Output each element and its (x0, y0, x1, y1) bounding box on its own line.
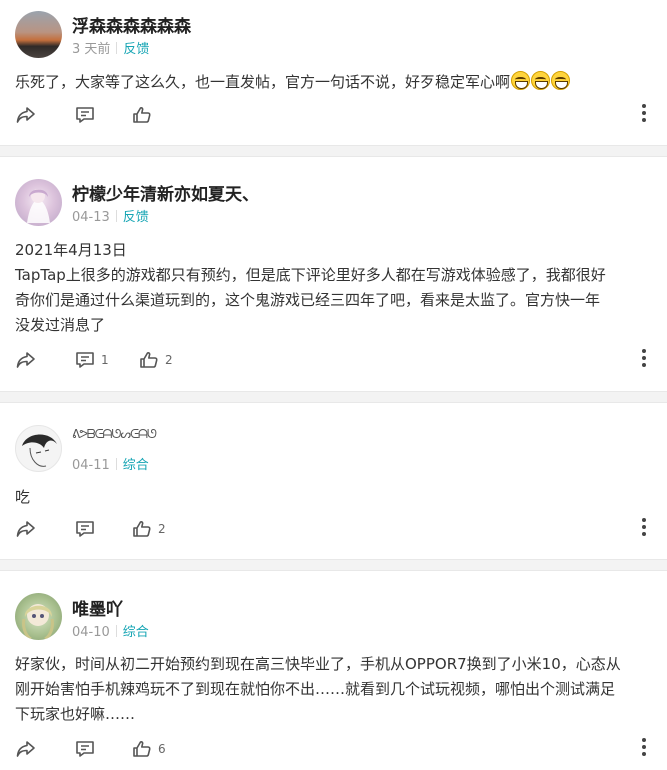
content-line: 吃 (15, 488, 31, 506)
comment-button[interactable]: 1 (75, 345, 109, 375)
grinning-emoji-icon (531, 71, 551, 90)
like-count: 2 (165, 353, 173, 367)
more-button[interactable] (641, 518, 647, 540)
comment-icon (76, 741, 94, 757)
meta-divider (115, 210, 117, 222)
share-icon (16, 352, 35, 368)
post-card: 柠檬少年清新亦如夏天、 04-13 反馈 2021年4月13日 TapTap上很多… (0, 157, 667, 391)
meta-divider (115, 458, 117, 470)
content-line: 好家伙，时间从初二开始预约到现在高三快毕业了，手机从OPPOR7换到了小米10，… (15, 655, 621, 673)
share-button[interactable] (16, 345, 36, 375)
content-line: 刚开始害怕手机辣鸡玩不了到现在就怕你不出……就看到几个试玩视频，哪怕出个测试满足 (15, 680, 616, 698)
post-card: 浮森森森森森森 3 天前 反馈 乐死了，大家等了这么久，也一直发帖，官方一句话不说… (0, 0, 667, 145)
more-vertical-icon (642, 738, 646, 742)
content-line: 奇你们是通过什么渠道玩到的，这个鬼游戏已经三四年了吧，看来是太监了。官方快一年 (15, 291, 601, 309)
comment-icon (76, 521, 94, 537)
like-count: 6 (158, 742, 166, 756)
share-button[interactable] (16, 514, 36, 544)
username[interactable]: 唯墨吖 (72, 595, 123, 620)
avatar[interactable] (15, 11, 62, 58)
avatar[interactable] (15, 593, 62, 640)
post-actions: 1 2 (0, 345, 667, 375)
post-content[interactable]: 乐死了，大家等了这么久，也一直发帖，官方一句话不说，好歹稳定军心啊 (15, 70, 655, 95)
like-button[interactable]: 2 (139, 345, 173, 375)
avatar[interactable] (15, 425, 62, 472)
post-content[interactable]: 好家伙，时间从初二开始预约到现在高三快毕业了，手机从OPPOR7换到了小米10，… (15, 652, 655, 727)
post-meta: 04-13 反馈 (72, 206, 149, 225)
share-button[interactable] (16, 734, 36, 764)
content-line: TapTap上很多的游戏都只有预约，但是底下评论里好多人都在写游戏体验感了，我都… (15, 266, 606, 284)
post-time: 3 天前 (72, 42, 111, 57)
username[interactable]: 浮森森森森森森 (72, 12, 191, 37)
thumbs-up-icon (133, 741, 151, 757)
username[interactable]: 柠檬少年清新亦如夏天、 (72, 180, 259, 205)
share-icon (16, 521, 35, 537)
share-icon (16, 741, 35, 757)
comment-button[interactable] (75, 514, 101, 544)
grinning-emoji-icon (511, 71, 531, 90)
thumbs-up-icon (133, 521, 151, 537)
meta-divider (115, 625, 117, 637)
more-button[interactable] (641, 349, 647, 371)
comment-count: 1 (101, 353, 109, 367)
more-vertical-icon (642, 518, 646, 522)
post-separator (0, 391, 667, 403)
post-content[interactable]: 吃 (15, 485, 655, 510)
thumbs-up-icon (133, 107, 151, 123)
comment-icon (76, 107, 94, 123)
comment-button[interactable] (75, 100, 101, 130)
post-actions (0, 100, 667, 130)
like-count: 2 (158, 522, 166, 536)
meta-divider (116, 42, 118, 54)
like-button[interactable]: 6 (132, 734, 166, 764)
like-button[interactable]: 2 (132, 514, 166, 544)
more-vertical-icon (642, 104, 646, 108)
post-actions: 2 (0, 514, 667, 544)
comment-button[interactable] (75, 734, 101, 764)
more-vertical-icon (642, 349, 646, 353)
post-actions: 6 (0, 734, 667, 764)
like-button[interactable] (132, 100, 158, 130)
avatar[interactable] (15, 179, 62, 226)
post-meta: 04-11 综合 (72, 454, 149, 473)
post-time: 04-13 (72, 210, 110, 225)
category-tag[interactable]: 反馈 (123, 210, 149, 225)
more-button[interactable] (641, 738, 647, 760)
content-line: 下玩家也好嘛…… (15, 705, 136, 723)
post-time: 04-11 (72, 458, 110, 473)
post-card: 唯墨吖 04-10 综合 好家伙，时间从初二开始预约到现在高三快毕业了，手机从OP… (0, 571, 667, 770)
share-button[interactable] (16, 100, 36, 130)
content-line: 没发过消息了 (15, 316, 106, 334)
username[interactable]: ᕕᕗᗷᕮᗩᘎᔕᕮᗩᘎ (72, 427, 157, 442)
category-tag[interactable]: 综合 (123, 625, 149, 640)
content-line: 2021年4月13日 (15, 241, 127, 259)
post-card: ᕕᕗᗷᕮᗩᘎᔕᕮᗩᘎ 04-11 综合 吃 2 (0, 403, 667, 559)
post-separator (0, 145, 667, 157)
category-tag[interactable]: 综合 (123, 458, 149, 473)
content-line: 乐死了，大家等了这么久，也一直发帖，官方一句话不说，好歹稳定军心啊 (15, 73, 511, 91)
post-meta: 04-10 综合 (72, 621, 149, 640)
post-content[interactable]: 2021年4月13日 TapTap上很多的游戏都只有预约，但是底下评论里好多人都… (15, 238, 655, 338)
grinning-emoji-icon (551, 71, 571, 90)
post-meta: 3 天前 反馈 (72, 38, 149, 57)
more-button[interactable] (641, 104, 647, 126)
share-icon (16, 107, 35, 123)
thumbs-up-icon (140, 352, 158, 368)
category-tag[interactable]: 反馈 (123, 42, 149, 57)
comment-icon (76, 352, 94, 368)
post-separator (0, 559, 667, 571)
post-time: 04-10 (72, 625, 110, 640)
